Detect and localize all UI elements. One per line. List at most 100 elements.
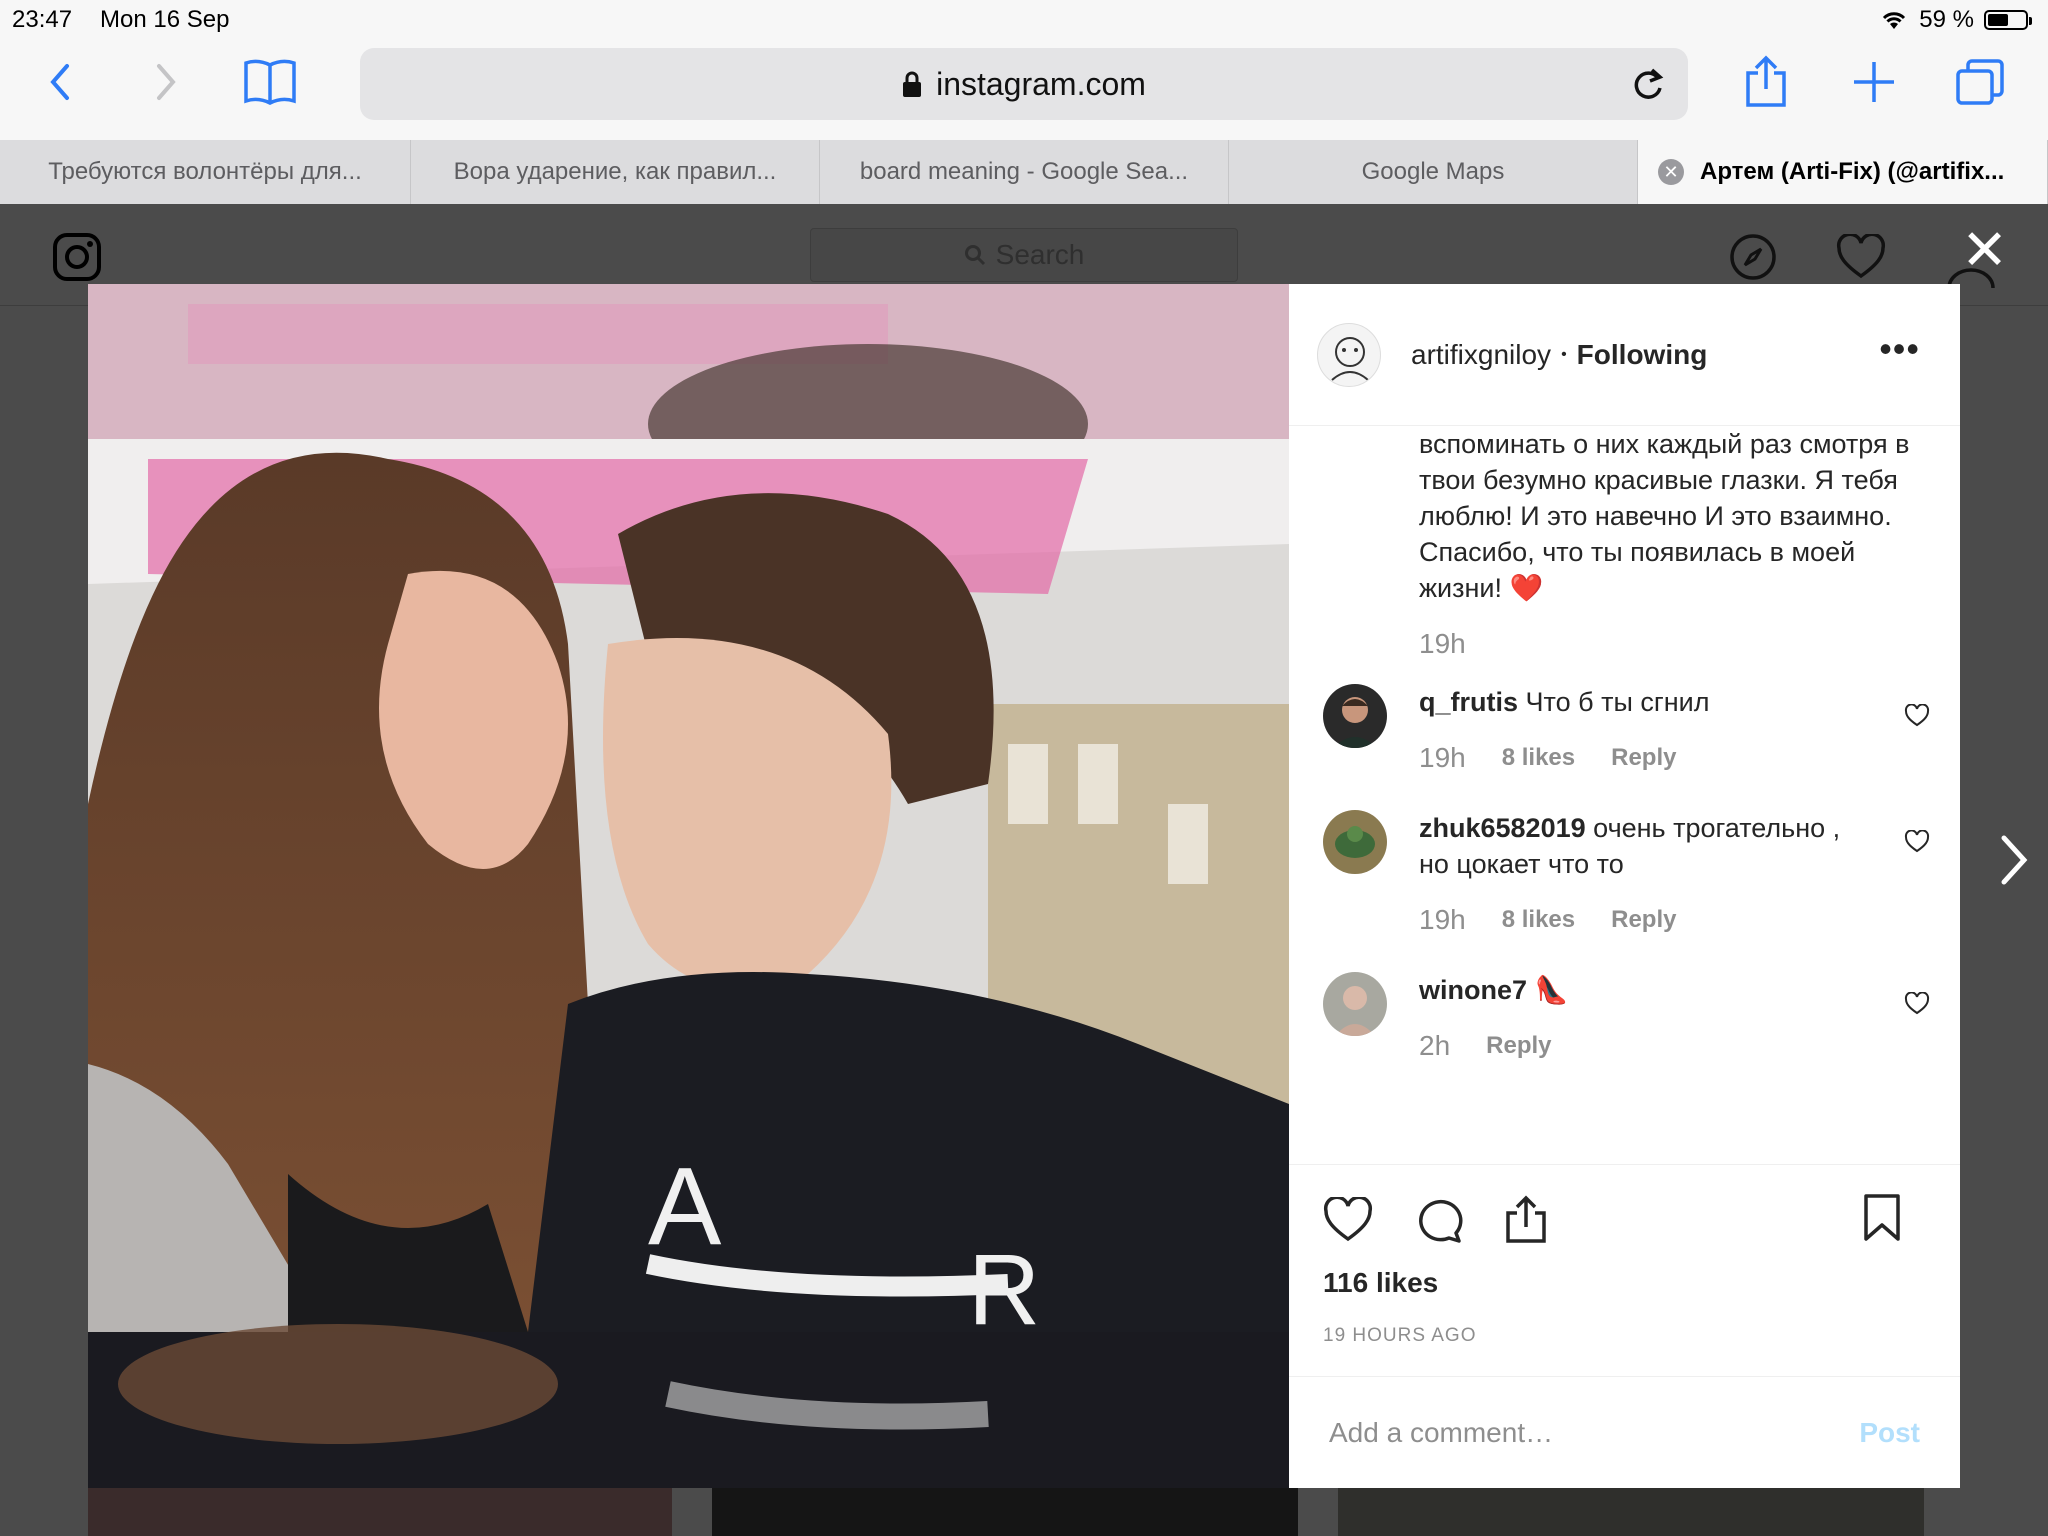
more-options-icon[interactable]: •••: [1879, 328, 1920, 370]
like-comment-heart-icon[interactable]: [1904, 830, 1930, 854]
post-side-panel: artifixgniloy • Following ••• вспоминать…: [1289, 284, 1960, 1488]
instagram-logo-icon[interactable]: [52, 232, 102, 282]
share-button[interactable]: [1736, 52, 1796, 112]
comment-username[interactable]: zhuk6582019: [1419, 813, 1586, 843]
post-photo[interactable]: A R: [88, 284, 1289, 1488]
tabs-overview-button[interactable]: [1950, 52, 2010, 112]
battery-percent: 59 %: [1919, 6, 1974, 33]
grid-thumbnail[interactable]: [712, 1484, 1298, 1536]
status-right: 59 %: [1879, 6, 2032, 34]
comment-item: winone7 👠 2h Reply: [1323, 972, 1936, 1062]
grid-thumbnail[interactable]: [88, 1484, 672, 1536]
comment-username[interactable]: winone7: [1419, 975, 1527, 1005]
tab-volunteers[interactable]: Требуются волонтёры для...: [0, 140, 411, 204]
book-icon: [244, 59, 296, 105]
grid-thumbnail[interactable]: [1338, 1484, 1924, 1536]
reload-icon[interactable]: [1628, 62, 1668, 106]
like-comment-heart-icon[interactable]: [1904, 992, 1930, 1016]
caption-meta: 19h: [1419, 628, 1936, 660]
share-post-icon[interactable]: [1503, 1195, 1549, 1245]
search-placeholder: Search: [995, 239, 1085, 270]
author-username[interactable]: artifixgniloy: [1411, 339, 1551, 371]
post-photo-image: A R: [88, 284, 1289, 1488]
compass-icon[interactable]: [1728, 232, 1778, 282]
comment-username[interactable]: q_frutis: [1419, 687, 1518, 717]
likes-count[interactable]: 116 likes: [1323, 1267, 1926, 1299]
comment-meta: 19h 8 likes Reply: [1419, 742, 1936, 774]
status-date: Mon 16 Sep: [100, 6, 230, 33]
post-modal: A R artifixgniloy • Following ••• вспоми…: [88, 284, 1960, 1488]
wifi-icon: [1883, 12, 1906, 29]
tab-bar: Требуются волонтёры для... Вора ударение…: [0, 140, 2048, 204]
commenter-avatar[interactable]: [1323, 684, 1387, 748]
comment-meta: 19h 8 likes Reply: [1419, 904, 1936, 936]
post-comment-button[interactable]: Post: [1859, 1417, 1920, 1449]
tab-label: Артем (Arti-Fix) (@artifix...: [1700, 158, 2005, 185]
search-icon: [964, 245, 985, 266]
post-timestamp[interactable]: 19 HOURS AGO: [1323, 1325, 1926, 1347]
grid-thumbnails: [88, 1484, 1924, 1536]
ig-search-input[interactable]: Search: [810, 228, 1238, 282]
close-tab-icon[interactable]: ✕: [1658, 159, 1684, 185]
post-caption: вспоминать о них каждый раз смотря в тво…: [1419, 429, 1910, 603]
commenter-avatar[interactable]: [1323, 810, 1387, 874]
tab-label: Требуются волонтёры для...: [48, 158, 362, 185]
comment-text: zhuk6582019 очень трогательно , но цокае…: [1419, 810, 1936, 882]
comment-text: q_frutis Что б ты сгнил: [1419, 684, 1936, 720]
caption-time[interactable]: 19h: [1419, 628, 1466, 660]
comment-likes[interactable]: 8 likes: [1502, 906, 1575, 934]
plus-icon: [1854, 62, 1894, 102]
status-time: 23:47: [12, 6, 73, 33]
action-icons: [1323, 1193, 1926, 1247]
add-comment-bar: Add a comment… Post: [1289, 1376, 1960, 1488]
like-heart-icon[interactable]: [1323, 1197, 1373, 1243]
following-button[interactable]: Following: [1577, 339, 1708, 371]
address-bar[interactable]: instagram.com: [360, 48, 1688, 120]
reply-button[interactable]: Reply: [1486, 1032, 1551, 1060]
new-tab-button[interactable]: [1844, 52, 1904, 112]
heart-icon[interactable]: [1836, 234, 1886, 280]
tab-instagram[interactable]: ✕ Артем (Arti-Fix) (@artifix...: [1638, 140, 2048, 204]
author-avatar[interactable]: [1317, 322, 1381, 387]
comment-likes[interactable]: 8 likes: [1502, 744, 1575, 772]
chevron-left-icon: [50, 64, 69, 100]
comment-body: Что б ты сгнил: [1525, 687, 1710, 717]
browser-toolbar: instagram.com: [0, 40, 2048, 140]
comment-time[interactable]: 19h: [1419, 904, 1466, 936]
post-actions: 116 likes 19 HOURS AGO: [1289, 1164, 1960, 1347]
back-button[interactable]: [30, 52, 90, 112]
comment-time[interactable]: 2h: [1419, 1030, 1450, 1062]
tabs-icon: [1956, 59, 2004, 105]
reply-button[interactable]: Reply: [1611, 906, 1676, 934]
next-post-arrow-icon[interactable]: [1998, 834, 2028, 886]
svg-text:A: A: [648, 1145, 722, 1268]
forward-button[interactable]: [136, 52, 196, 112]
post-header: artifixgniloy • Following •••: [1289, 284, 1960, 426]
tab-label: Google Maps: [1361, 158, 1505, 185]
share-icon: [1746, 55, 1786, 107]
commenter-avatar[interactable]: [1323, 972, 1387, 1036]
tab-label: board meaning - Google Sea...: [859, 158, 1189, 185]
battery-icon: [1984, 10, 2032, 30]
comment-time[interactable]: 19h: [1419, 742, 1466, 774]
separator-dot: •: [1561, 345, 1567, 363]
chevron-right-icon: [157, 64, 176, 100]
comment-bubble-icon[interactable]: [1413, 1195, 1463, 1245]
comment-item: zhuk6582019 очень трогательно , но цокае…: [1323, 810, 1936, 936]
bookmark-icon[interactable]: [1862, 1193, 1902, 1243]
comment-text: winone7 👠: [1419, 972, 1936, 1008]
like-comment-heart-icon[interactable]: [1904, 704, 1930, 728]
comment-item: q_frutis Что б ты сгнил 19h 8 likes Repl…: [1323, 684, 1936, 774]
reply-button[interactable]: Reply: [1611, 744, 1676, 772]
tab-board-meaning[interactable]: board meaning - Google Sea...: [820, 140, 1229, 204]
close-modal-button[interactable]: ✕: [1961, 222, 2008, 278]
comment-body: 👠: [1534, 975, 1569, 1005]
instagram-page: Search ✕ A R artifixgniloy • Following •…: [0, 204, 2048, 1536]
bookmarks-button[interactable]: [240, 52, 300, 112]
tab-google-maps[interactable]: Google Maps: [1229, 140, 1638, 204]
comments-list: вспоминать о них каждый раз смотря в тво…: [1289, 426, 1960, 1062]
comment-input[interactable]: Add a comment…: [1329, 1417, 1553, 1449]
tab-label: Вора ударение, как правил...: [453, 158, 777, 185]
url-text: instagram.com: [936, 65, 1146, 102]
tab-vora[interactable]: Вора ударение, как правил...: [411, 140, 820, 204]
